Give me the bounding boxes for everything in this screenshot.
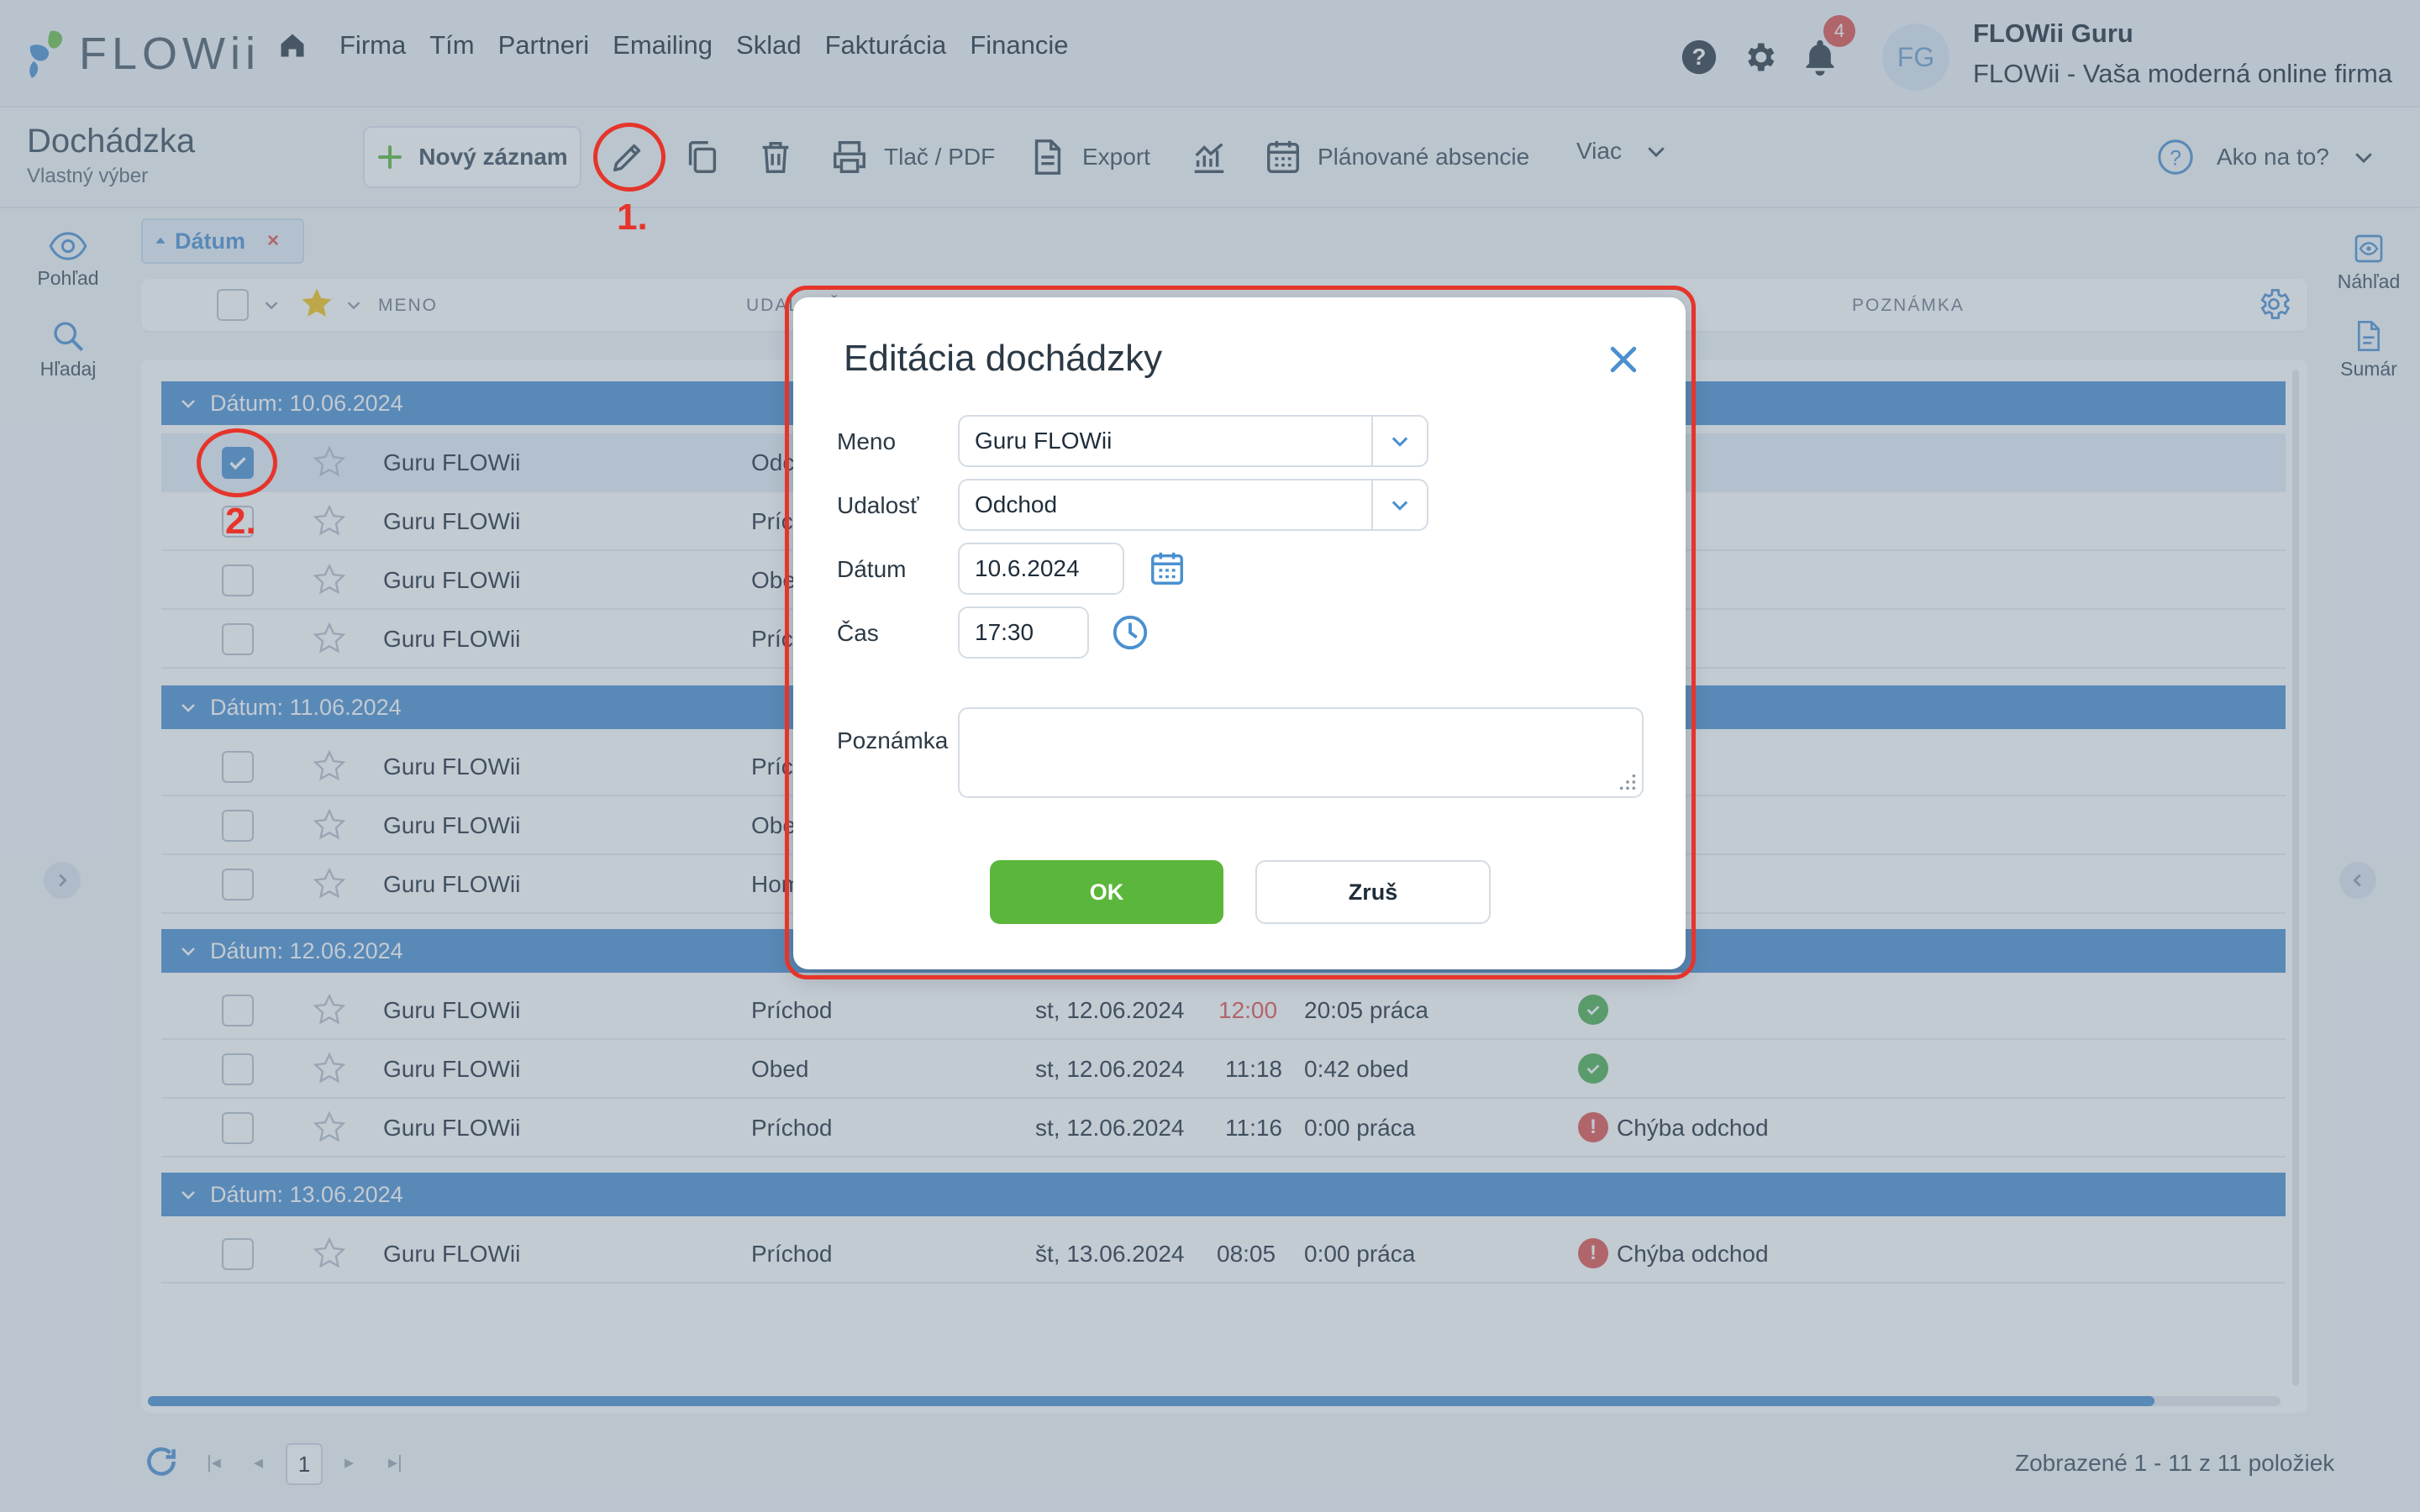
annotation-rectangle-dialog <box>785 286 1696 979</box>
annotation-step-1: 1. <box>617 197 648 238</box>
annotation-circle-edit <box>593 123 666 192</box>
annotation-step-2: 2. <box>225 501 256 542</box>
annotation-circle-checkbox <box>197 428 277 497</box>
